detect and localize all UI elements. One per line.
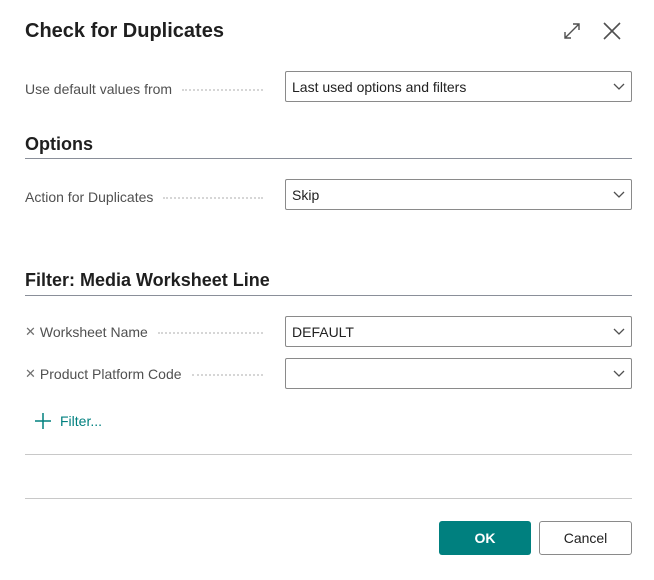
close-icon[interactable]: [602, 21, 622, 46]
add-filter-label: Filter...: [60, 413, 103, 429]
default-values-label: Use default values from: [25, 73, 275, 104]
action-label: Action for Duplicates: [25, 181, 275, 212]
chevron-down-icon: [607, 370, 631, 378]
filter-heading: Filter: Media Worksheet Line: [25, 270, 270, 290]
worksheet-name-value: DEFAULT: [292, 323, 354, 340]
remove-filter-icon[interactable]: ✕: [25, 324, 36, 340]
default-values-select[interactable]: Last used options and filters: [285, 71, 632, 102]
expand-icon[interactable]: [562, 21, 582, 46]
action-select[interactable]: Skip: [285, 179, 632, 210]
plus-icon: [35, 413, 51, 429]
chevron-down-icon: [607, 83, 631, 91]
chevron-down-icon: [607, 191, 631, 199]
remove-filter-icon[interactable]: ✕: [25, 366, 36, 382]
default-values-value: Last used options and filters: [292, 78, 467, 95]
chevron-down-icon: [607, 328, 631, 336]
divider: [25, 498, 632, 499]
worksheet-name-select[interactable]: DEFAULT: [285, 316, 632, 347]
divider: [25, 295, 632, 296]
filter-row-label: ✕ Worksheet Name: [25, 316, 275, 347]
product-platform-code-select[interactable]: [285, 358, 632, 389]
dialog-title: Check for Duplicates: [25, 20, 224, 42]
cancel-button[interactable]: Cancel: [539, 521, 632, 555]
filter-row-label: ✕ Product Platform Code: [25, 358, 275, 389]
options-heading: Options: [25, 134, 93, 154]
divider: [25, 454, 632, 455]
action-value: Skip: [292, 186, 320, 203]
divider: [25, 158, 632, 159]
ok-button[interactable]: OK: [439, 521, 531, 555]
add-filter-link[interactable]: Filter...: [33, 410, 102, 432]
